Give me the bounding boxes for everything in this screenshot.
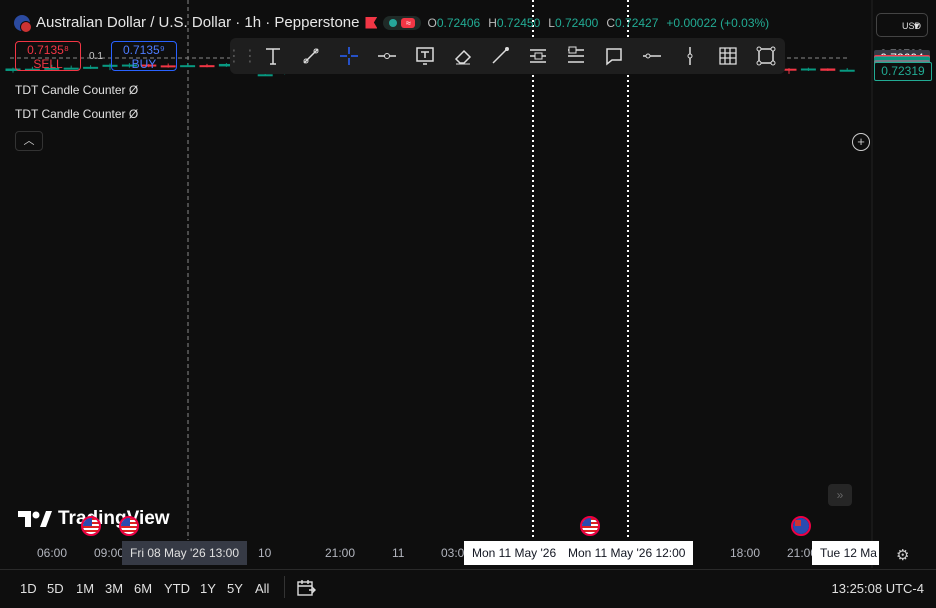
clock: 13:25:08 UTC-4 [831,581,925,596]
timeframe-1m[interactable]: 1M [76,581,94,596]
flag-marker-icon[interactable] [365,16,378,29]
scroll-to-realtime-button[interactable]: » [828,484,852,506]
currency-selector[interactable]: USD ▼ [876,13,928,37]
grid-icon[interactable] [709,38,747,74]
divider [284,576,285,598]
horizontal-ray-icon[interactable] [368,38,406,74]
logo-text: TradingView [58,508,170,529]
candle-up [180,65,196,68]
drag-handle-icon[interactable]: ⋮⋮ [226,38,258,74]
buy-limit-icon[interactable] [557,38,595,74]
timeframe-ytd[interactable]: YTD [164,581,190,596]
crosshair-time-label: Mon 11 May '26 12:00 [560,541,694,565]
market-open-dot-icon [389,18,398,27]
timeframe-5y[interactable]: 5Y [227,581,243,596]
candle-down [199,65,215,68]
candle-up [839,69,855,72]
high-value: 0.72450 [496,15,541,30]
line-icon[interactable] [482,38,520,74]
time-tick: 06:00 [37,546,68,560]
timeframe-1d[interactable]: 1D [20,581,37,596]
text-box-icon[interactable] [406,38,444,74]
time-tick: 21:00 [325,546,356,560]
comment-icon[interactable] [595,38,633,74]
buy-button[interactable]: 0.7135⁹ BUY [110,41,177,71]
timeframe-6m[interactable]: 6M [134,581,152,596]
candle-up [800,68,816,71]
aud-usd-flag-icon [14,14,32,33]
candle-down [820,68,836,71]
crosshair-time-label: Tue 12 Ma [812,541,879,565]
crosshair-time-label: Fri 08 May '26 13:00 [122,541,248,565]
sell-button[interactable]: 0.7135⁸ SELL [15,41,81,71]
crosshair-time-label: Mon 11 May '26 [464,541,565,565]
market-status-pill[interactable]: ≈ [383,15,422,30]
us-event-icon[interactable] [81,516,101,536]
indicator-legend-1[interactable]: TDT Candle Counter Ø [15,83,138,97]
eraser-icon[interactable] [444,38,482,74]
au-event-icon[interactable] [791,516,811,536]
sell-order-icon[interactable] [519,38,557,74]
timeframe-1y[interactable]: 1Y [200,581,216,596]
buy-price: 0.7135⁹ [122,43,165,57]
time-tick: 18:00 [730,546,761,560]
drawing-toolbar: ⋮⋮ [226,38,785,74]
timeframe-5d[interactable]: 5D [47,581,64,596]
us-event-icon[interactable] [580,516,600,536]
chevron-down-icon: ▼ [912,21,921,31]
text-icon[interactable] [254,38,292,74]
tradingview-logo-icon [18,511,52,527]
date-range-icon[interactable] [296,578,316,601]
rectangle-icon[interactable] [747,38,785,74]
timeframe-all[interactable]: All [255,581,269,596]
time-tick: 10 [258,546,272,560]
gear-icon[interactable]: ⚙ [896,546,909,564]
low-value: 0.72400 [554,15,599,30]
spread-value: 0.1 [89,50,103,62]
buy-label: BUY [131,57,157,71]
time-tick: 09:00 [94,546,125,560]
symbol-header[interactable]: Australian Dollar / U.S. Dollar · 1h · P… [14,14,770,33]
candle-up [257,74,273,77]
change-value: +0.00022 (+0.03%) [666,15,770,30]
fast-forward-icon: » [836,488,844,502]
timeframe-3m[interactable]: 3M [105,581,123,596]
symbol-title: Australian Dollar / U.S. Dollar · 1h · P… [36,14,360,31]
close-value: 0.72427 [615,15,659,30]
open-value: 0.72406 [436,15,481,30]
add-alert-plus-icon[interactable]: + [852,133,870,151]
bottom-bar: 1D 5D 1M 3M 6M YTD 1Y 5Y All 13:25:08 UT… [0,569,936,608]
horizontal-line-icon[interactable] [633,38,671,74]
crosshair-icon[interactable] [330,38,368,74]
indicator-legend-2[interactable]: TDT Candle Counter Ø [15,107,138,121]
trade-panel: 0.7135⁸ SELL 0.1 0.7135⁹ BUY [15,41,177,71]
time-tick: 11 [392,546,405,560]
delayed-data-icon: ≈ [401,17,416,28]
sell-price: 0.7135⁸ [27,43,69,57]
ohlc-values: O0.72406 H0.72450 L0.72400 C0.72427 +0.0… [427,15,770,30]
price-label: 0.72319 [874,61,932,81]
us-event-icon[interactable] [119,516,139,536]
chevron-up-icon: ︿ [23,135,35,147]
sell-label: SELL [33,57,63,71]
collapse-legend-button[interactable]: ︿ [15,131,43,151]
vertical-line-icon[interactable] [671,38,709,74]
trend-line-icon[interactable] [292,38,330,74]
